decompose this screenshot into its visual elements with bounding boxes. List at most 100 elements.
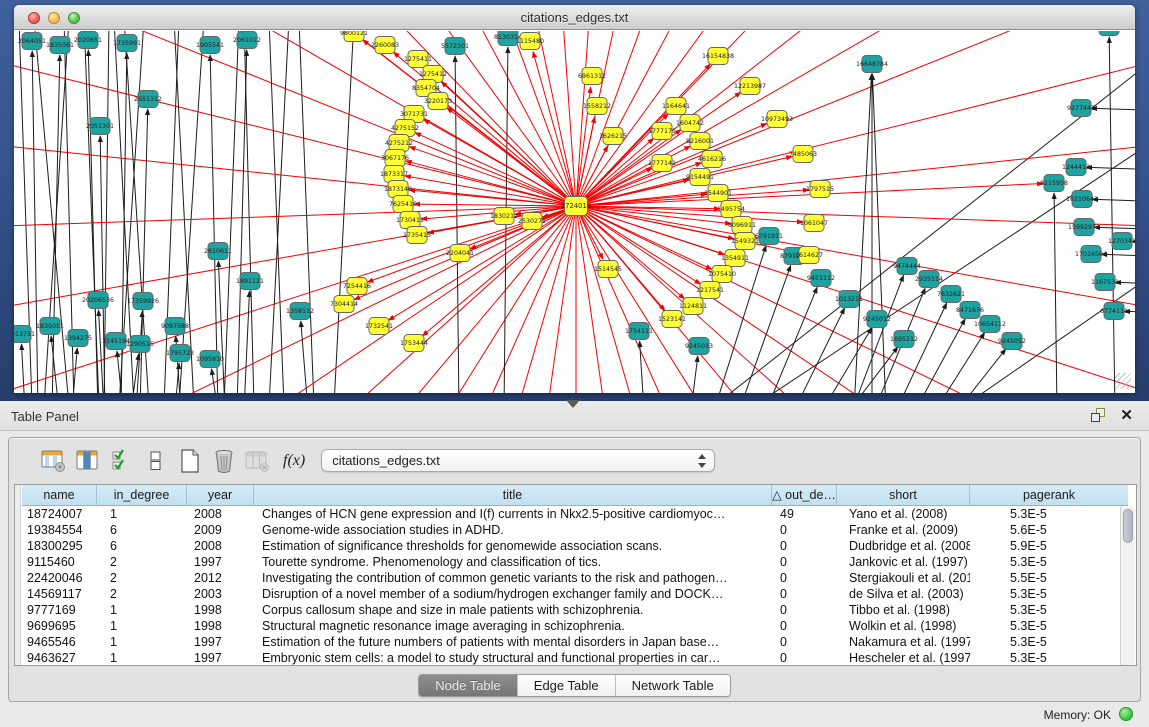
tab-edge-table[interactable]: Edge Table bbox=[518, 675, 616, 696]
select-columns-icon[interactable] bbox=[107, 446, 137, 476]
svg-text:12213987: 12213987 bbox=[734, 83, 766, 90]
splitter-handle-icon[interactable] bbox=[566, 400, 580, 408]
table-panel-header: Table Panel ✕ bbox=[0, 401, 1149, 431]
table-row[interactable]: 1830029562008Estimation of significance … bbox=[22, 538, 1128, 554]
table-cell: 1 bbox=[97, 602, 187, 618]
svg-text:2651312: 2651312 bbox=[134, 96, 162, 103]
svg-text:1835061: 1835061 bbox=[46, 42, 74, 49]
table-cell: Estimation of the future numbers of pati… bbox=[254, 634, 772, 650]
svg-text:1558212: 1558212 bbox=[583, 103, 611, 110]
table-row[interactable]: 1938455462009Genome-wide association stu… bbox=[22, 522, 1128, 538]
svg-text:3071731: 3071731 bbox=[400, 111, 428, 118]
column-header-short[interactable]: short bbox=[837, 485, 970, 506]
function-builder-icon[interactable]: f(x) bbox=[283, 452, 305, 470]
table-cell: 6 bbox=[97, 522, 187, 538]
scrollbar-thumb[interactable] bbox=[1123, 509, 1133, 543]
svg-text:1724016: 1724016 bbox=[561, 202, 591, 210]
table-cell: 1997 bbox=[187, 650, 254, 666]
svg-text:2061012: 2061012 bbox=[233, 37, 261, 44]
table-cell: 5.3E-5 bbox=[970, 634, 1128, 650]
table-selector-dropdown[interactable]: citations_edges.txt bbox=[321, 449, 715, 472]
table-cell: 9115460 bbox=[22, 554, 97, 570]
svg-text:7304414: 7304414 bbox=[330, 301, 358, 308]
table-body: 1872400712008Changes of HCN gene express… bbox=[22, 506, 1128, 666]
table-cell: Changes of HCN gene expression and I(f) … bbox=[254, 506, 772, 522]
citation-graph[interactable]: 2064051183506120206511735991190554120610… bbox=[14, 31, 1135, 393]
table-panel: f(x) citations_edges.txt namein_degreeye… bbox=[8, 437, 1141, 702]
column-visibility-icon[interactable] bbox=[73, 446, 103, 476]
table-cell: Embryonic stem cells: a model to study s… bbox=[254, 650, 772, 666]
resize-grip-icon[interactable] bbox=[1115, 373, 1131, 389]
table-cell: 1 bbox=[97, 650, 187, 666]
svg-text:4275212: 4275212 bbox=[385, 140, 413, 147]
svg-text:1495754: 1495754 bbox=[717, 206, 745, 213]
table-row[interactable]: 969969511998Structural magnetic resonanc… bbox=[22, 618, 1128, 634]
table-cell: 0 bbox=[772, 634, 837, 650]
svg-text:16210643: 16210643 bbox=[1066, 196, 1098, 203]
svg-text:2051301: 2051301 bbox=[86, 123, 114, 130]
svg-text:2064051: 2064051 bbox=[18, 38, 46, 45]
tab-network-table[interactable]: Network Table bbox=[616, 675, 730, 696]
svg-text:1873317: 1873317 bbox=[380, 171, 408, 178]
float-panel-icon[interactable] bbox=[1091, 408, 1107, 424]
table-cell: 2003 bbox=[187, 586, 254, 602]
table-options-icon[interactable] bbox=[39, 446, 69, 476]
application-window: citations_edges.txt 20640511835061202065… bbox=[0, 0, 1149, 727]
table-cell: Tourette syndrome. Phenomenology and cla… bbox=[254, 554, 772, 570]
svg-text:1797515: 1797515 bbox=[806, 186, 834, 193]
table-cell: 6 bbox=[97, 538, 187, 554]
table-row[interactable]: 946554611997Estimation of the future num… bbox=[22, 634, 1128, 650]
table-panel-title: Table Panel bbox=[11, 409, 79, 424]
table-cell: Hescheler et al. (1997) bbox=[837, 650, 970, 666]
svg-text:9245013: 9245013 bbox=[685, 343, 713, 350]
table-cell: 0 bbox=[772, 554, 837, 570]
column-header-name[interactable]: name bbox=[22, 485, 97, 506]
column-header-out_de[interactable]: △ out_de… bbox=[772, 485, 837, 506]
new-table-icon[interactable] bbox=[175, 446, 205, 476]
column-header-in_degree[interactable]: in_degree bbox=[97, 485, 187, 506]
column-header-title[interactable]: title bbox=[254, 485, 772, 506]
svg-text:1075410: 1075410 bbox=[708, 271, 736, 278]
svg-text:1523141: 1523141 bbox=[658, 316, 686, 323]
svg-text:9474444: 9474444 bbox=[893, 263, 921, 270]
status-bar: Memory: OK bbox=[0, 702, 1149, 727]
table-row[interactable]: 1456911722003Disruption of a novel membe… bbox=[22, 586, 1128, 602]
svg-text:1244413: 1244413 bbox=[1062, 164, 1090, 171]
table-row[interactable]: 1872400712008Changes of HCN gene express… bbox=[22, 506, 1128, 522]
table-cell: 2008 bbox=[187, 506, 254, 522]
table-row[interactable]: 946362711997Embryonic stem cells: a mode… bbox=[22, 650, 1128, 666]
node-table: namein_degreeyeartitle△ out_de…shortpage… bbox=[14, 484, 1137, 666]
svg-text:2530271: 2530271 bbox=[518, 218, 546, 225]
table-row[interactable]: 911546021997Tourette syndrome. Phenomeno… bbox=[22, 554, 1128, 570]
column-header-pagerank[interactable]: pagerank bbox=[970, 485, 1128, 506]
vertical-scrollbar[interactable] bbox=[1120, 507, 1135, 665]
svg-text:6774111: 6774111 bbox=[1100, 308, 1128, 315]
table-cell: 22420046 bbox=[22, 570, 97, 586]
tab-node-table[interactable]: Node Table bbox=[419, 675, 518, 696]
window-titlebar[interactable]: citations_edges.txt bbox=[14, 5, 1135, 30]
svg-text:1777141: 1777141 bbox=[648, 160, 676, 167]
table-cell: 9699695 bbox=[22, 618, 97, 634]
table-cell: Estimation of significance thresholds fo… bbox=[254, 538, 772, 554]
table-row[interactable]: 2242004622012Investigating the contribut… bbox=[22, 570, 1128, 586]
svg-text:1270341: 1270341 bbox=[1108, 238, 1135, 245]
table-cell: 2008 bbox=[187, 538, 254, 554]
svg-text:1732541: 1732541 bbox=[365, 323, 393, 330]
svg-text:6961312: 6961312 bbox=[578, 73, 606, 80]
svg-text:2935114: 2935114 bbox=[915, 276, 943, 283]
table-cell: 5.6E-5 bbox=[970, 522, 1128, 538]
svg-text:10654112: 10654112 bbox=[974, 321, 1006, 328]
delete-rows-trash-icon[interactable] bbox=[209, 446, 239, 476]
network-canvas[interactable]: 2064051183506120206511735991190554120610… bbox=[14, 31, 1135, 393]
stacked-cells-icon[interactable] bbox=[141, 446, 171, 476]
svg-text:1830212: 1830212 bbox=[490, 213, 518, 220]
svg-text:9800121: 9800121 bbox=[340, 31, 368, 37]
column-header-year[interactable]: year bbox=[187, 485, 254, 506]
table-cell: 0 bbox=[772, 618, 837, 634]
svg-text:7625410: 7625410 bbox=[389, 201, 417, 208]
svg-text:1777171: 1777171 bbox=[648, 128, 676, 135]
close-panel-icon[interactable]: ✕ bbox=[1120, 406, 1133, 424]
svg-text:1167531: 1167531 bbox=[1091, 279, 1119, 286]
table-row[interactable]: 977716911998Corpus callosum shape and si… bbox=[22, 602, 1128, 618]
svg-text:17359926: 17359926 bbox=[127, 298, 159, 305]
